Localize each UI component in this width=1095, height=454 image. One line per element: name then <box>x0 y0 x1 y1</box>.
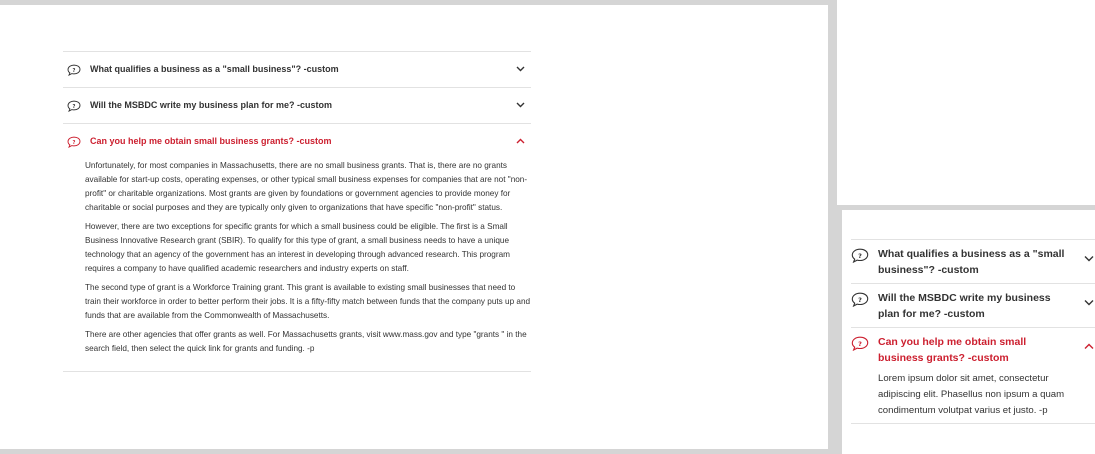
faq-question-text: What qualifies a business as a "small bu… <box>90 64 339 74</box>
chevron-down-icon[interactable] <box>513 99 527 111</box>
chat-question-icon: ? <box>851 336 869 351</box>
chevron-up-icon[interactable] <box>1082 339 1095 353</box>
answer-paragraph: There are other agencies that offer gran… <box>85 330 527 353</box>
chat-question-icon: ? <box>851 292 869 307</box>
answer-paragraph: Lorem ipsum dolor sit amet, consectetur … <box>878 373 1065 416</box>
faq-question-toggle[interactable]: ? Can you help me obtain small business … <box>851 328 1095 371</box>
chevron-down-icon[interactable] <box>513 63 527 75</box>
answer-paragraph: However, there are two exceptions for sp… <box>85 222 510 273</box>
faq-question-toggle[interactable]: ? What qualifies a business as a "small … <box>851 240 1095 283</box>
faq-question-toggle[interactable]: ? Can you help me obtain small business … <box>63 124 531 159</box>
faq-accordion: ? What qualifies a business as a "small … <box>851 239 1095 424</box>
faq-item: ? What qualifies a business as a "small … <box>851 239 1095 283</box>
faq-question-toggle[interactable]: ? Will the MSBDC write my business plan … <box>851 284 1095 327</box>
answer-paragraph: Unfortunately, for most companies in Mas… <box>85 161 528 212</box>
desktop-preview-frame: ? What qualifies a business as a "small … <box>0 0 833 454</box>
chat-question-icon: ? <box>67 100 81 112</box>
chevron-up-icon[interactable] <box>513 135 527 147</box>
svg-text:?: ? <box>73 68 76 74</box>
answer-paragraph: The second type of grant is a Workforce … <box>85 283 531 320</box>
mobile-preview-frame: ? What qualifies a business as a "small … <box>837 205 1095 454</box>
svg-text:?: ? <box>858 296 862 304</box>
chevron-down-icon[interactable] <box>1082 295 1095 309</box>
faq-accordion: ? What qualifies a business as a "small … <box>63 51 531 372</box>
faq-answer: Lorem ipsum dolor sit amet, consectetur … <box>851 371 1095 423</box>
faq-question-text: What qualifies a business as a "small bu… <box>878 248 1065 276</box>
svg-text:?: ? <box>858 252 862 260</box>
svg-text:?: ? <box>73 104 76 110</box>
faq-question-text: Can you help me obtain small business gr… <box>878 336 1027 364</box>
faq-question-text: Will the MSBDC write my business plan fo… <box>90 100 332 110</box>
chevron-down-icon[interactable] <box>1082 251 1095 265</box>
faq-item-expanded: ? Can you help me obtain small business … <box>851 327 1095 424</box>
chat-question-icon: ? <box>67 64 81 76</box>
faq-question-text: Can you help me obtain small business gr… <box>90 136 332 146</box>
faq-item: ? What qualifies a business as a "small … <box>63 51 531 87</box>
svg-text:?: ? <box>858 340 862 348</box>
faq-answer: Unfortunately, for most companies in Mas… <box>63 159 531 371</box>
faq-item: ? Will the MSBDC write my business plan … <box>851 283 1095 327</box>
faq-question-text: Will the MSBDC write my business plan fo… <box>878 292 1051 320</box>
faq-item: ? Will the MSBDC write my business plan … <box>63 87 531 123</box>
faq-question-toggle[interactable]: ? What qualifies a business as a "small … <box>63 52 531 87</box>
chat-question-icon: ? <box>851 248 869 263</box>
faq-question-toggle[interactable]: ? Will the MSBDC write my business plan … <box>63 88 531 123</box>
faq-item-expanded: ? Can you help me obtain small business … <box>63 123 531 372</box>
svg-text:?: ? <box>73 140 76 146</box>
chat-question-icon: ? <box>67 136 81 148</box>
